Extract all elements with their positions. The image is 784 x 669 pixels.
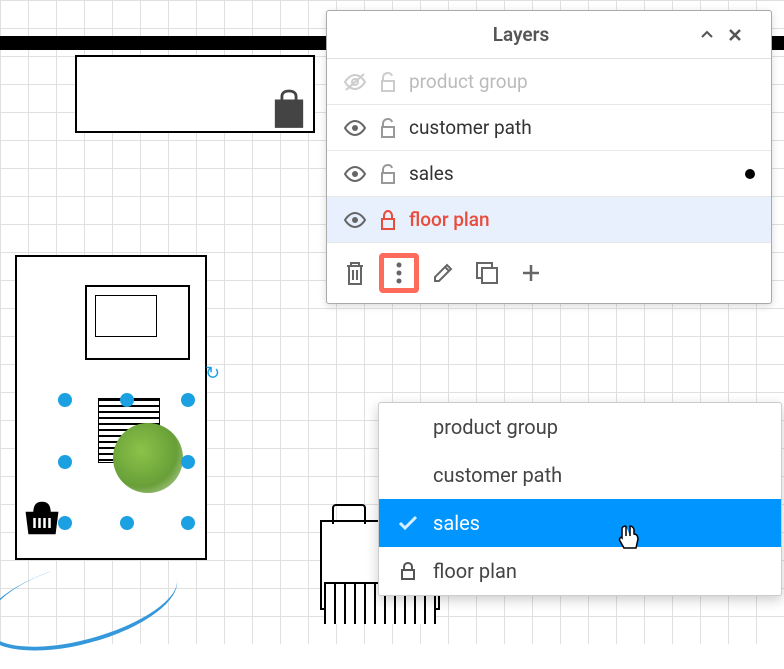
selection-box[interactable]: ↻ [60,395,190,525]
register-shape[interactable] [85,285,190,360]
resize-handle-w[interactable] [58,455,72,469]
edit-layer-button[interactable] [423,253,463,293]
layer-name: sales [409,162,733,185]
collapse-icon[interactable] [699,27,727,43]
lock-icon [397,562,419,580]
layer-name: customer path [409,116,755,139]
close-icon[interactable] [727,27,755,43]
ctx-item-floor-plan[interactable]: floor plan [379,547,781,595]
rotate-handle[interactable]: ↻ [205,363,220,384]
layer-row-sales[interactable]: sales [327,151,771,197]
ctx-item-customer-path[interactable]: customer path [379,451,781,499]
visibility-off-icon[interactable] [343,72,367,92]
visibility-on-icon[interactable] [343,164,367,184]
layers-panel: Layers product group customer path [326,10,772,304]
ctx-item-product-group[interactable]: product group [379,403,781,451]
panel-header: Layers [327,11,771,59]
resize-handle-se[interactable] [181,516,195,530]
resize-handle-n[interactable] [120,393,134,407]
resize-handle-e[interactable] [181,455,195,469]
resize-handle-s[interactable] [120,516,134,530]
layer-row-floor-plan[interactable]: floor plan [327,197,771,243]
resize-handle-nw[interactable] [58,393,72,407]
layer-row-customer-path[interactable]: customer path [327,105,771,151]
green-node[interactable] [113,423,183,493]
current-layer-dot [745,169,755,179]
visibility-on-icon[interactable] [343,118,367,138]
layer-name: product group [409,70,755,93]
visibility-on-icon[interactable] [343,210,367,230]
more-options-button[interactable] [379,253,419,293]
unlock-icon[interactable] [379,72,397,92]
ctx-label: sales [433,511,480,535]
delete-layer-button[interactable] [335,253,375,293]
lock-icon[interactable] [379,210,397,230]
layer-toolbar [327,243,771,303]
move-to-layer-menu: product group customer path sales floor … [378,402,782,596]
resize-handle-ne[interactable] [181,393,195,407]
shopping-bag-icon [272,88,306,128]
unlock-icon[interactable] [379,118,397,138]
basket-icon [22,500,62,536]
duplicate-layer-button[interactable] [467,253,507,293]
check-icon [397,515,419,531]
ctx-label: product group [433,415,558,439]
add-layer-button[interactable] [511,253,551,293]
layer-row-product-group[interactable]: product group [327,59,771,105]
ctx-label: customer path [433,463,562,487]
ctx-item-sales[interactable]: sales [379,499,781,547]
ctx-label: floor plan [433,559,517,583]
layer-name: floor plan [409,208,755,231]
unlock-icon[interactable] [379,164,397,184]
panel-title: Layers [343,23,699,46]
